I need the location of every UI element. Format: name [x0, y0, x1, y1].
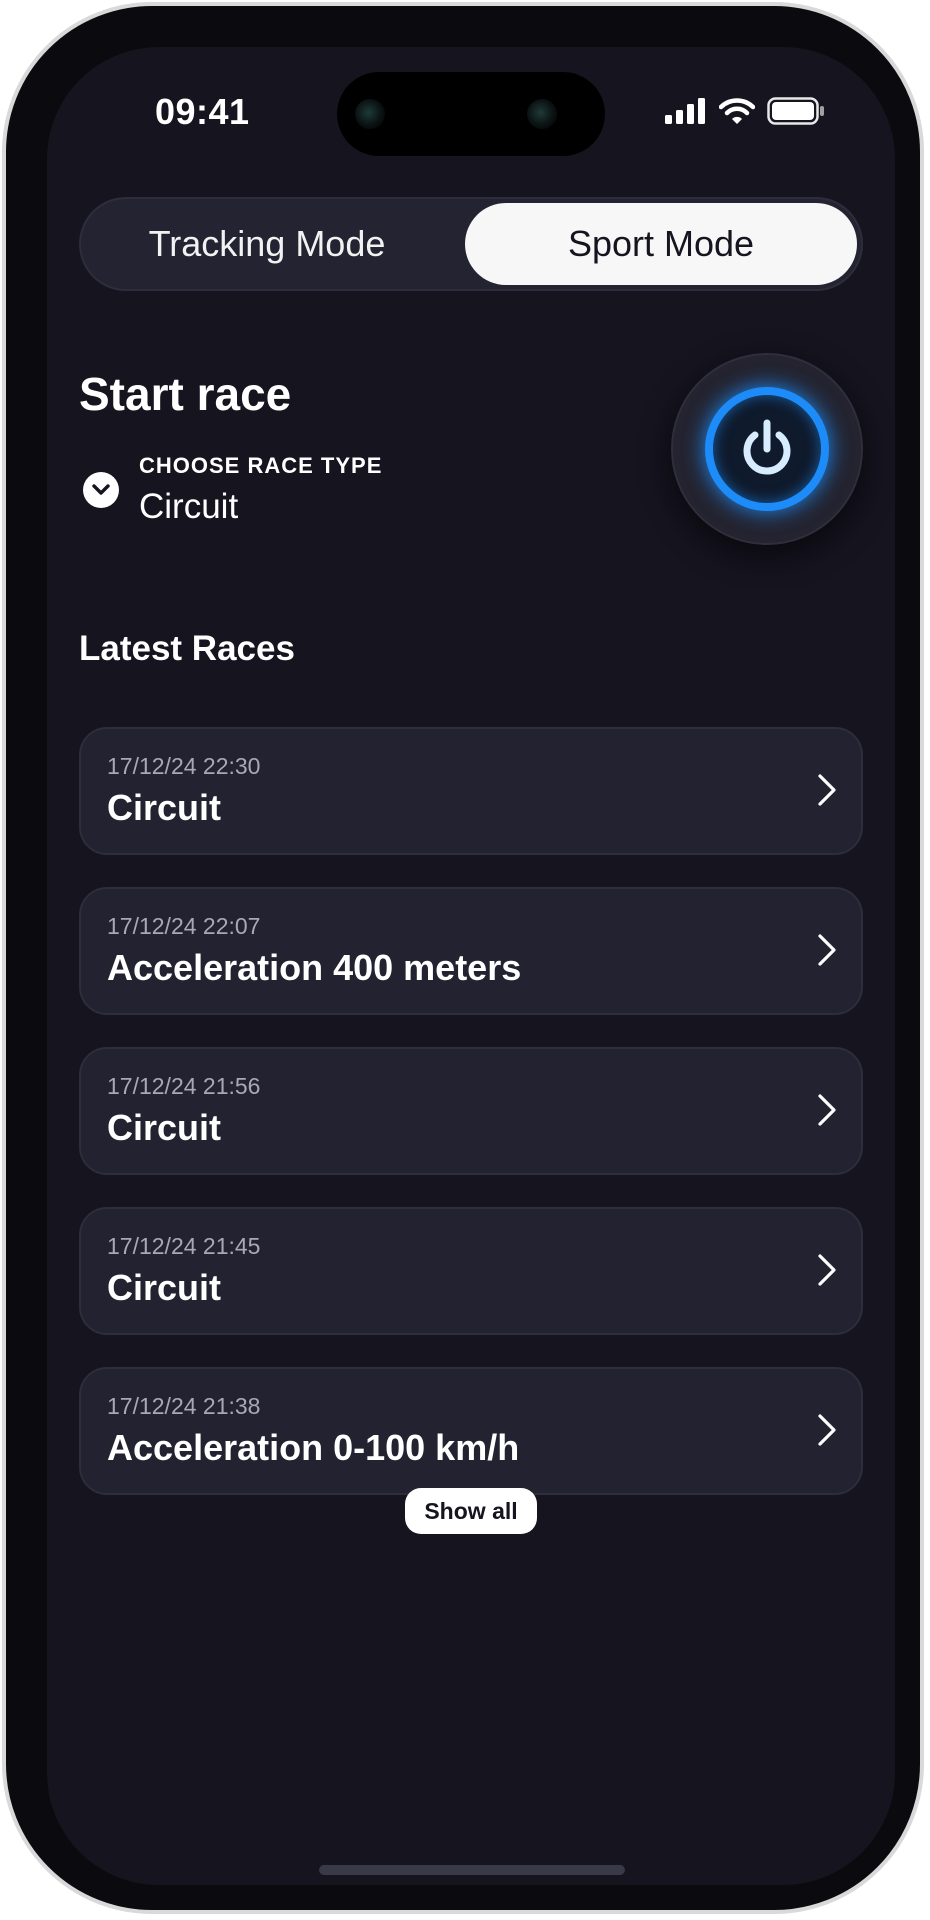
race-card[interactable]: 17/12/24 21:56 Circuit	[79, 1047, 863, 1175]
status-time: 09:41	[155, 91, 250, 132]
tab-tracking-mode[interactable]: Tracking Mode	[81, 199, 453, 289]
race-date: 17/12/24 21:56	[107, 1073, 261, 1099]
power-icon	[743, 419, 791, 475]
start-race-power-button[interactable]	[671, 353, 863, 545]
start-race-title: Start race	[79, 368, 292, 420]
chevron-right-icon	[818, 1094, 836, 1126]
race-card[interactable]: 17/12/24 22:07 Acceleration 400 meters	[79, 887, 863, 1015]
status-icons	[665, 97, 825, 125]
chevron-right-icon	[818, 1254, 836, 1286]
race-name: Circuit	[107, 787, 222, 828]
race-name: Circuit	[107, 1267, 222, 1308]
race-card[interactable]: 17/12/24 21:38 Acceleration 0-100 km/h	[79, 1367, 863, 1495]
latest-races-title: Latest Races	[79, 629, 295, 668]
mode-segmented-control: Tracking Mode Sport Mode	[79, 197, 863, 291]
chevron-down-icon	[92, 484, 110, 495]
app-screen: 09:41 Tracking Mode Sport Mode Start rac…	[47, 47, 895, 1885]
race-date: 17/12/24 22:07	[107, 913, 261, 939]
race-date: 17/12/24 21:38	[107, 1393, 261, 1419]
camera-icon	[355, 99, 385, 129]
wifi-icon	[719, 98, 755, 124]
chevron-right-icon	[818, 774, 836, 806]
race-date: 17/12/24 21:45	[107, 1233, 261, 1259]
battery-icon	[767, 97, 824, 125]
chevron-right-icon	[818, 934, 836, 966]
signal-icon	[665, 98, 705, 124]
race-card[interactable]: 17/12/24 22:30 Circuit	[79, 727, 863, 855]
home-indicator[interactable]	[319, 1865, 625, 1875]
race-type-value[interactable]: Circuit	[139, 487, 238, 527]
dynamic-island	[337, 72, 605, 156]
race-name: Acceleration 400 meters	[107, 947, 522, 988]
chevron-right-icon	[818, 1414, 836, 1446]
show-all-button[interactable]: Show all	[405, 1488, 537, 1534]
power-ring	[705, 387, 829, 511]
race-name: Circuit	[107, 1107, 222, 1148]
tab-sport-mode[interactable]: Sport Mode	[465, 203, 857, 285]
sensor-icon	[527, 99, 557, 129]
race-type-dropdown-button[interactable]	[83, 472, 119, 508]
race-name: Acceleration 0-100 km/h	[107, 1427, 520, 1468]
phone-frame: 09:41 Tracking Mode Sport Mode Start rac…	[2, 2, 924, 1914]
race-date: 17/12/24 22:30	[107, 753, 261, 779]
race-type-label: CHOOSE RACE TYPE	[139, 453, 383, 478]
race-card[interactable]: 17/12/24 21:45 Circuit	[79, 1207, 863, 1335]
